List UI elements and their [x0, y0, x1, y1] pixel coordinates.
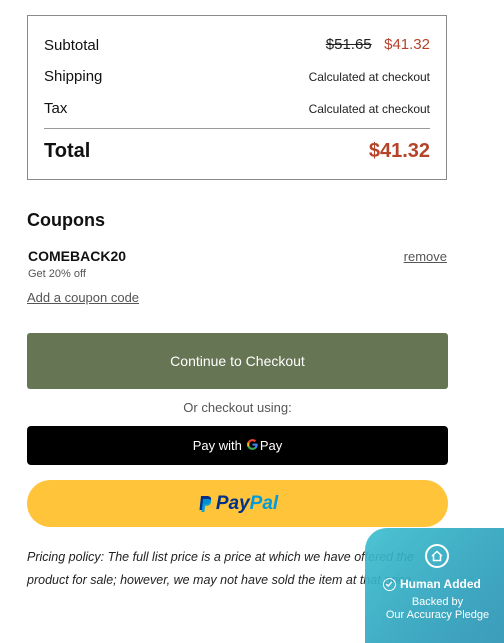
- total-row: Total $41.32: [44, 140, 430, 163]
- tax-label: Tax: [44, 100, 68, 117]
- paypal-text-pal: Pal: [249, 492, 279, 514]
- google-g-icon: [246, 437, 259, 454]
- coupon-code: COMEBACK20: [28, 248, 127, 264]
- alternative-checkout-label: Or checkout using:: [183, 400, 292, 415]
- subtotal-prices: $51.65 $41.32: [326, 36, 430, 54]
- badge-subtitle: Backed by Our Accuracy Pledge: [365, 596, 504, 622]
- checkmark-icon: [383, 578, 396, 591]
- subtotal-discounted-price: $41.32: [384, 36, 430, 53]
- subtotal-row: Subtotal $51.65 $41.32: [44, 36, 430, 54]
- shipping-value: Calculated at checkout: [308, 69, 430, 84]
- add-coupon-link[interactable]: Add a coupon code: [27, 290, 139, 305]
- house-icon: [425, 544, 449, 568]
- tax-row: Tax Calculated at checkout: [44, 100, 430, 117]
- subtotal-label: Subtotal: [44, 36, 100, 54]
- shipping-label: Shipping: [44, 68, 103, 85]
- badge-line-2: Our Accuracy Pledge: [385, 609, 490, 621]
- total-value: $41.32: [368, 140, 430, 162]
- accuracy-pledge-badge[interactable]: Human Added Backed by Our Accuracy Pledg…: [365, 528, 504, 643]
- order-summary: Subtotal $51.65 $41.32 Shipping Calculat…: [27, 15, 447, 180]
- paypal-text-pay: Pay: [215, 492, 250, 514]
- shipping-row: Shipping Calculated at checkout: [44, 68, 430, 85]
- google-pay-button[interactable]: Pay with Pay: [27, 426, 448, 465]
- summary-divider: [44, 128, 430, 129]
- continue-to-checkout-button[interactable]: Continue to Checkout: [27, 333, 448, 389]
- gpay-suffix: Pay: [259, 438, 283, 453]
- paypal-button[interactable]: Pay Pal: [27, 480, 448, 527]
- coupon-description: Get 20% off: [28, 268, 86, 280]
- subtotal-original-price: $51.65: [325, 36, 372, 53]
- total-label: Total: [44, 140, 91, 162]
- remove-coupon-link[interactable]: remove: [404, 249, 447, 264]
- paypal-logo-icon: Pay Pal: [197, 493, 278, 515]
- coupons-heading: Coupons: [27, 210, 105, 230]
- badge-title: Human Added: [400, 577, 481, 591]
- tax-value: Calculated at checkout: [308, 101, 430, 116]
- badge-line-1: Backed by: [411, 596, 464, 608]
- gpay-prefix: Pay with: [192, 438, 242, 453]
